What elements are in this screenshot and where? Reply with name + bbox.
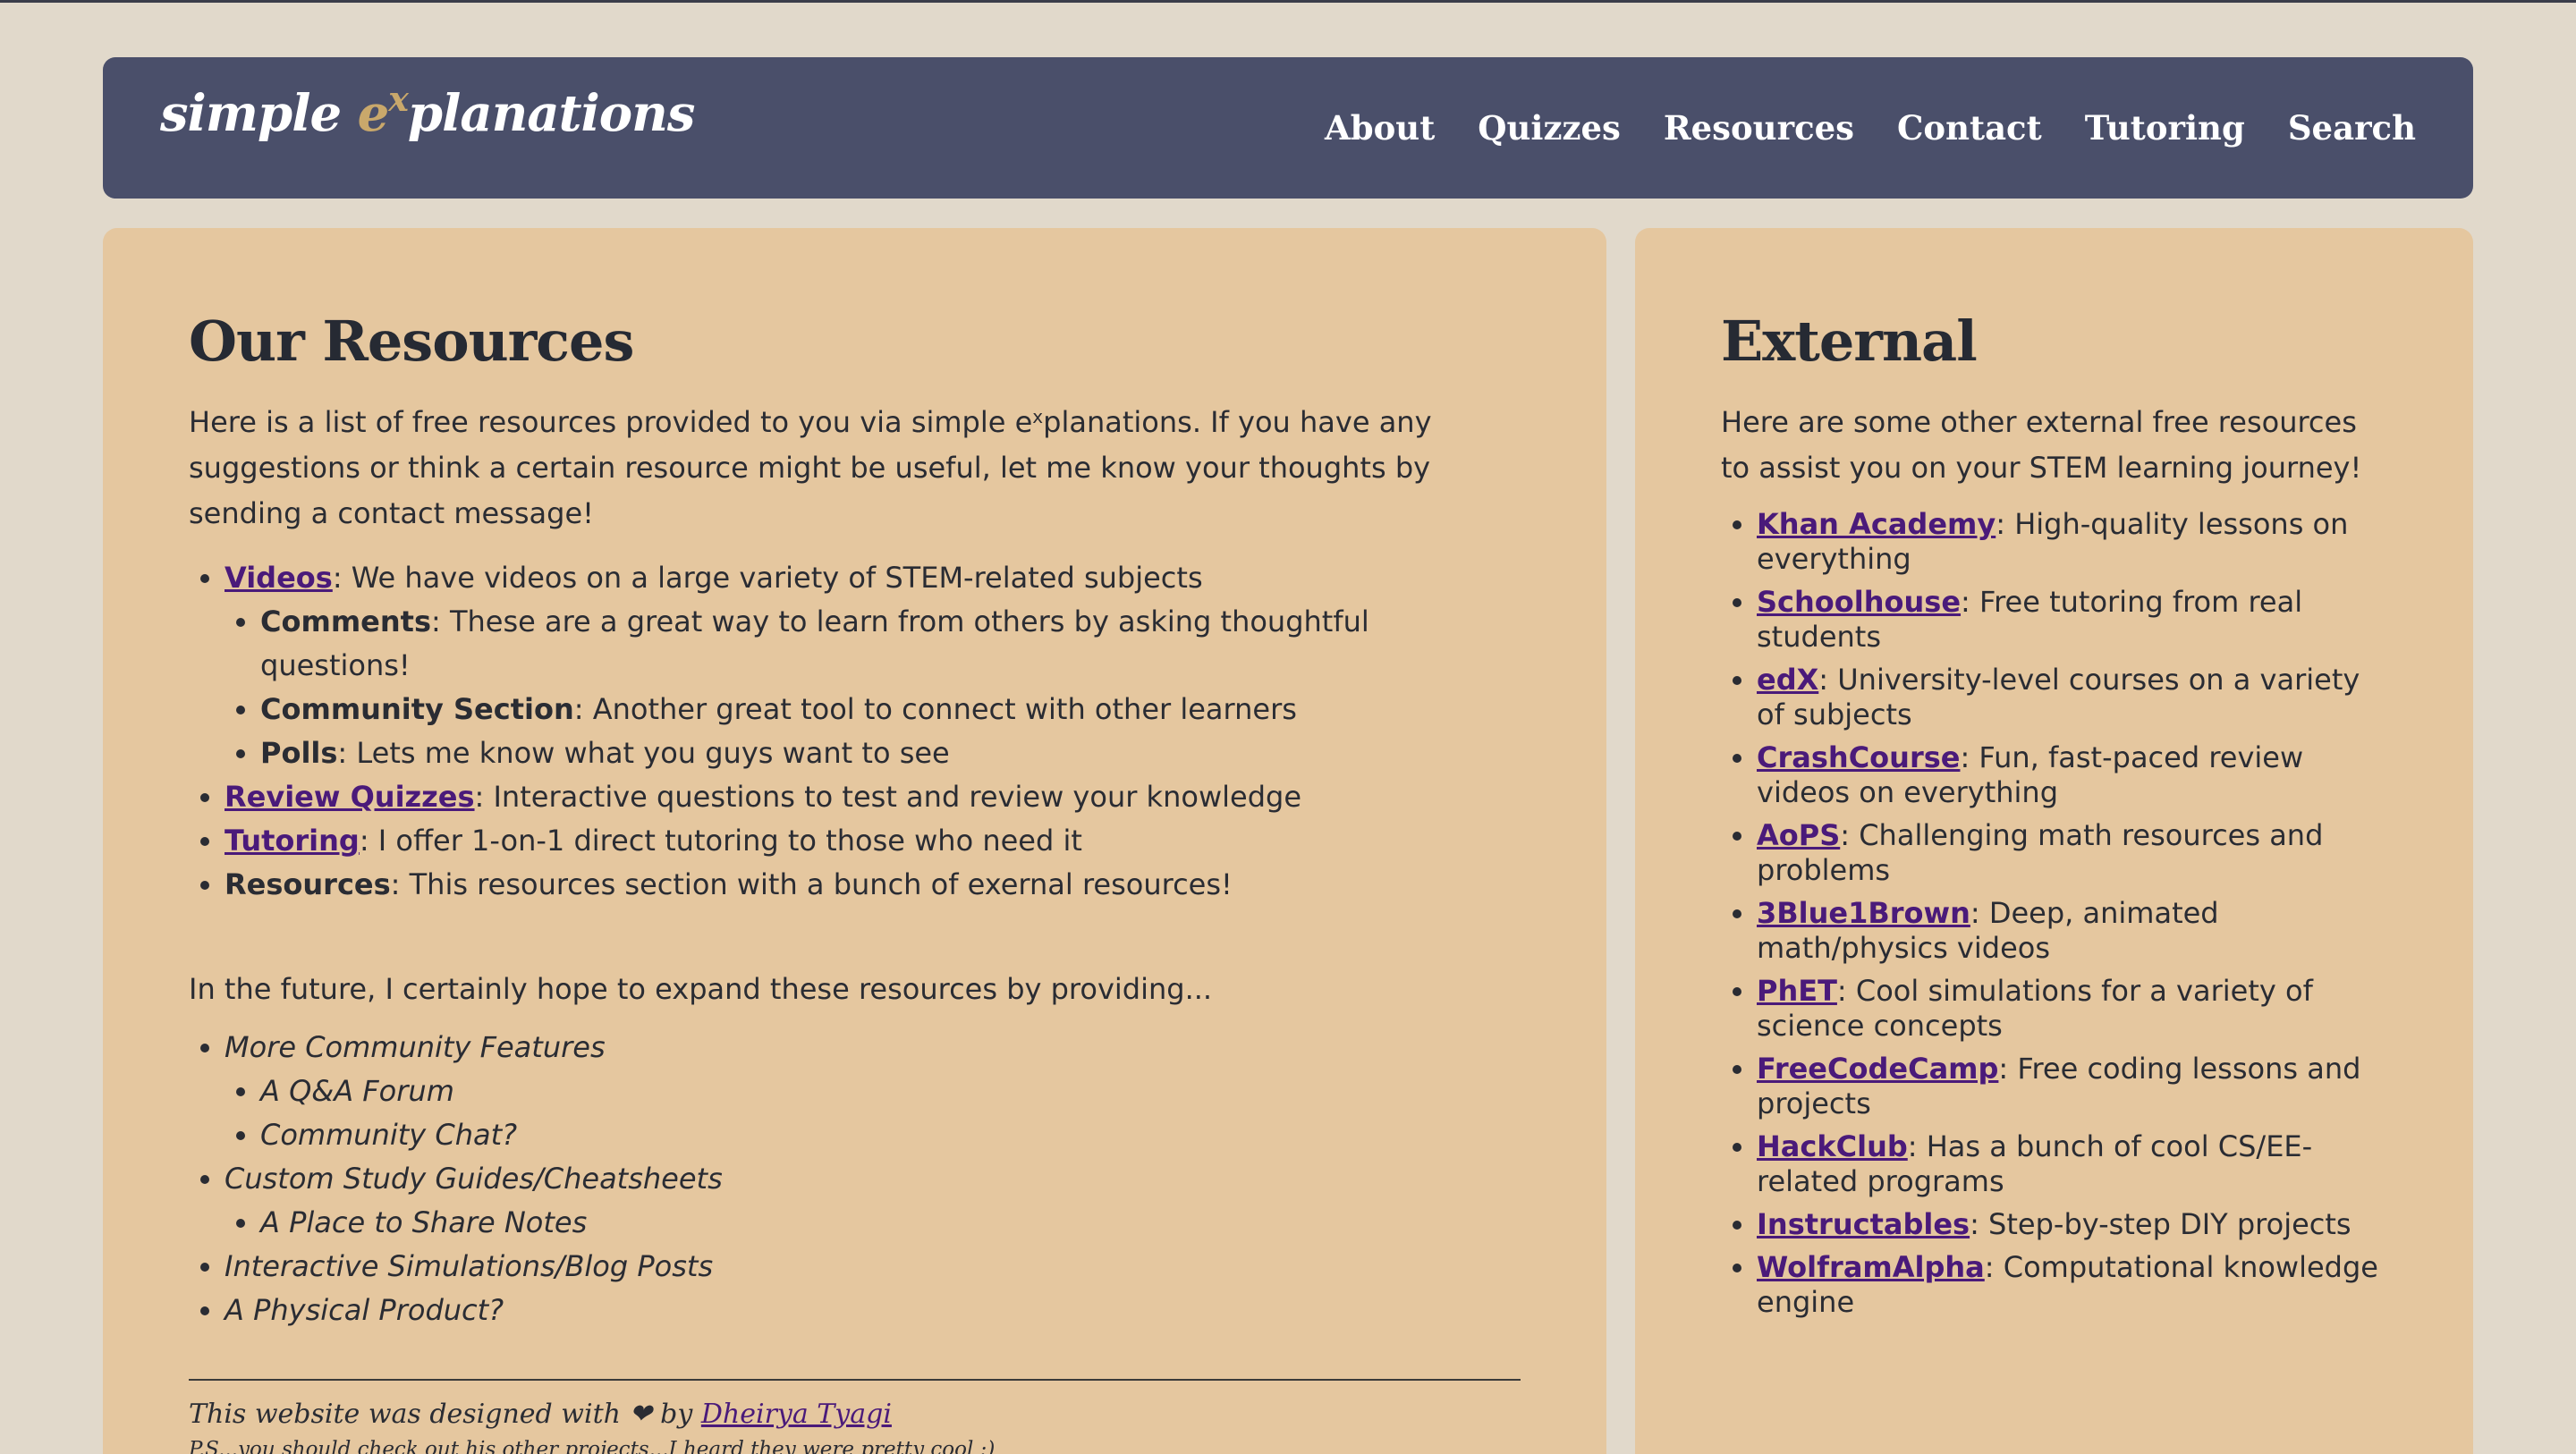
future-list: More Community Features A Q&A Forum Comm… [189,1026,1521,1332]
review-quizzes-link[interactable]: Review Quizzes [225,780,475,814]
external-title: External [1721,309,1978,374]
edx-link[interactable]: edX [1757,663,1818,697]
future-share-notes: A Place to Share Notes [260,1205,588,1240]
community-label: Community Section [260,692,574,727]
list-item: PhET: Cool simulations for a variety of … [1757,974,2387,1044]
videos-link[interactable]: Videos [225,561,333,595]
list-item: Tutoring: I offer 1-on-1 direct tutoring… [225,819,1521,863]
author-link[interactable]: Dheirya Tyagi [701,1399,892,1430]
brand-sup: x [388,79,409,119]
list-item: Community Chat? [260,1113,1521,1157]
list-item: FreeCodeCamp: Free coding lessons and pr… [1757,1052,2387,1121]
list-item: Community Section: Another great tool to… [260,688,1521,731]
nav-resources[interactable]: Resources [1664,108,1854,148]
list-item: Review Quizzes: Interactive questions to… [225,775,1521,819]
aops-desc: : Challenging math resources and problem… [1757,818,2324,888]
nav-tutoring[interactable]: Tutoring [2085,108,2245,148]
future-community-features: More Community Features [225,1030,606,1065]
future-qa-forum: A Q&A Forum [260,1074,454,1109]
edx-desc: : University-level courses on a variety … [1757,663,2360,732]
future-sublist: A Place to Share Notes [225,1201,1521,1245]
list-item: 3Blue1Brown: Deep, animated math/physics… [1757,896,2387,966]
brand-part1: simple [160,84,358,143]
external-list: Khan Academy: High-quality lessons on ev… [1721,507,2387,1320]
site-header: simple explanations About Quizzes Resour… [103,57,2473,199]
footer-credit: This website was designed with ❤ by Dhei… [189,1397,1521,1433]
comments-label: Comments [260,604,431,639]
footer-text: This website was designed with ❤ by [189,1399,701,1431]
future-study-guides: Custom Study Guides/Cheatsheets [225,1162,723,1196]
future-community-chat: Community Chat? [260,1118,518,1153]
list-item: Interactive Simulations/Blog Posts [225,1245,1521,1289]
resources-label: Resources [225,867,391,902]
page-title: Our Resources [189,309,634,374]
tutoring-desc: : I offer 1-on-1 direct tutoring to thos… [359,824,1082,858]
resource-list: Videos: We have videos on a large variet… [189,556,1521,907]
wolframalpha-link[interactable]: WolframAlpha [1757,1250,1985,1284]
nav-search[interactable]: Search [2288,108,2416,148]
future-intro: In the future, I certainly hope to expan… [189,972,1213,1007]
nav-quizzes[interactable]: Quizzes [1478,108,1621,148]
video-sublist: Comments: These are a great way to learn… [225,600,1521,775]
freecodecamp-link[interactable]: FreeCodeCamp [1757,1052,1998,1086]
polls-desc: : Lets me know what you guys want to see [337,736,950,771]
list-item: A Q&A Forum [260,1069,1521,1113]
list-item: Polls: Lets me know what you guys want t… [260,731,1521,775]
future-simulations: Interactive Simulations/Blog Posts [225,1249,714,1284]
list-item: Instructables: Step-by-step DIY projects [1757,1207,2387,1242]
list-item: Custom Study Guides/Cheatsheets A Place … [225,1157,1521,1245]
polls-label: Polls [260,736,338,771]
list-item: Khan Academy: High-quality lessons on ev… [1757,507,2387,577]
list-item: edX: University-level courses on a varie… [1757,663,2387,732]
site-logo[interactable]: simple explanations [160,79,695,143]
intro-text: Here is a list of free resources provide… [189,400,1521,537]
resources-desc: : This resources section with a bunch of… [390,867,1233,902]
brand-part2: planations [407,84,695,143]
community-desc: : Another great tool to connect with oth… [573,692,1297,727]
list-item: A Place to Share Notes [260,1201,1521,1245]
list-item: More Community Features A Q&A Forum Comm… [225,1026,1521,1157]
list-item: Schoolhouse: Free tutoring from real stu… [1757,585,2387,655]
our-resources-card: Our Resources Here is a list of free res… [103,228,1606,1454]
tutoring-link[interactable]: Tutoring [225,824,360,858]
list-item: Videos: We have videos on a large variet… [225,556,1521,775]
intro-sup: x [1032,406,1044,428]
list-item: CrashCourse: Fun, fast-paced review vide… [1757,740,2387,810]
external-intro: Here are some other external free resour… [1721,405,2362,486]
phet-desc: : Cool simulations for a variety of scie… [1757,974,2313,1044]
nav-about[interactable]: About [1325,108,1435,148]
list-item: WolframAlpha: Computational knowledge en… [1757,1250,2387,1320]
phet-link[interactable]: PhET [1757,974,1837,1008]
aops-link[interactable]: AoPS [1757,818,1840,852]
list-item: A Physical Product? [225,1289,1521,1332]
future-physical: A Physical Product? [225,1293,504,1328]
brand-accent: e [357,84,390,143]
nav-contact[interactable]: Contact [1897,108,2042,148]
videos-desc: : We have videos on a large variety of S… [332,561,1203,596]
intro-part-a: Here is a list of free resources provide… [189,405,1033,440]
footer-divider [189,1379,1521,1382]
footer-ps: P.S...you should check out his other pro… [189,1438,996,1454]
list-item: HackClub: Has a bunch of cool CS/EE-rela… [1757,1129,2387,1199]
list-item: Comments: These are a great way to learn… [260,600,1521,688]
hackclub-link[interactable]: HackClub [1757,1129,1908,1163]
external-card: External Here are some other external fr… [1635,228,2473,1454]
quizzes-desc: : Interactive questions to test and revi… [474,780,1301,815]
future-sublist: A Q&A Forum Community Chat? [225,1069,1521,1157]
main-nav: About Quizzes Resources Contact Tutoring… [1325,57,2416,199]
crashcourse-link[interactable]: CrashCourse [1757,740,1960,774]
3blue1brown-link[interactable]: 3Blue1Brown [1757,896,1970,930]
schoolhouse-link[interactable]: Schoolhouse [1757,585,1961,619]
instructables-desc: : Step-by-step DIY projects [1970,1207,2351,1242]
khan-academy-link[interactable]: Khan Academy [1757,507,1996,541]
top-border [0,0,2576,3]
list-item: AoPS: Challenging math resources and pro… [1757,818,2387,888]
list-item: Resources: This resources section with a… [225,863,1521,907]
instructables-link[interactable]: Instructables [1757,1207,1970,1241]
